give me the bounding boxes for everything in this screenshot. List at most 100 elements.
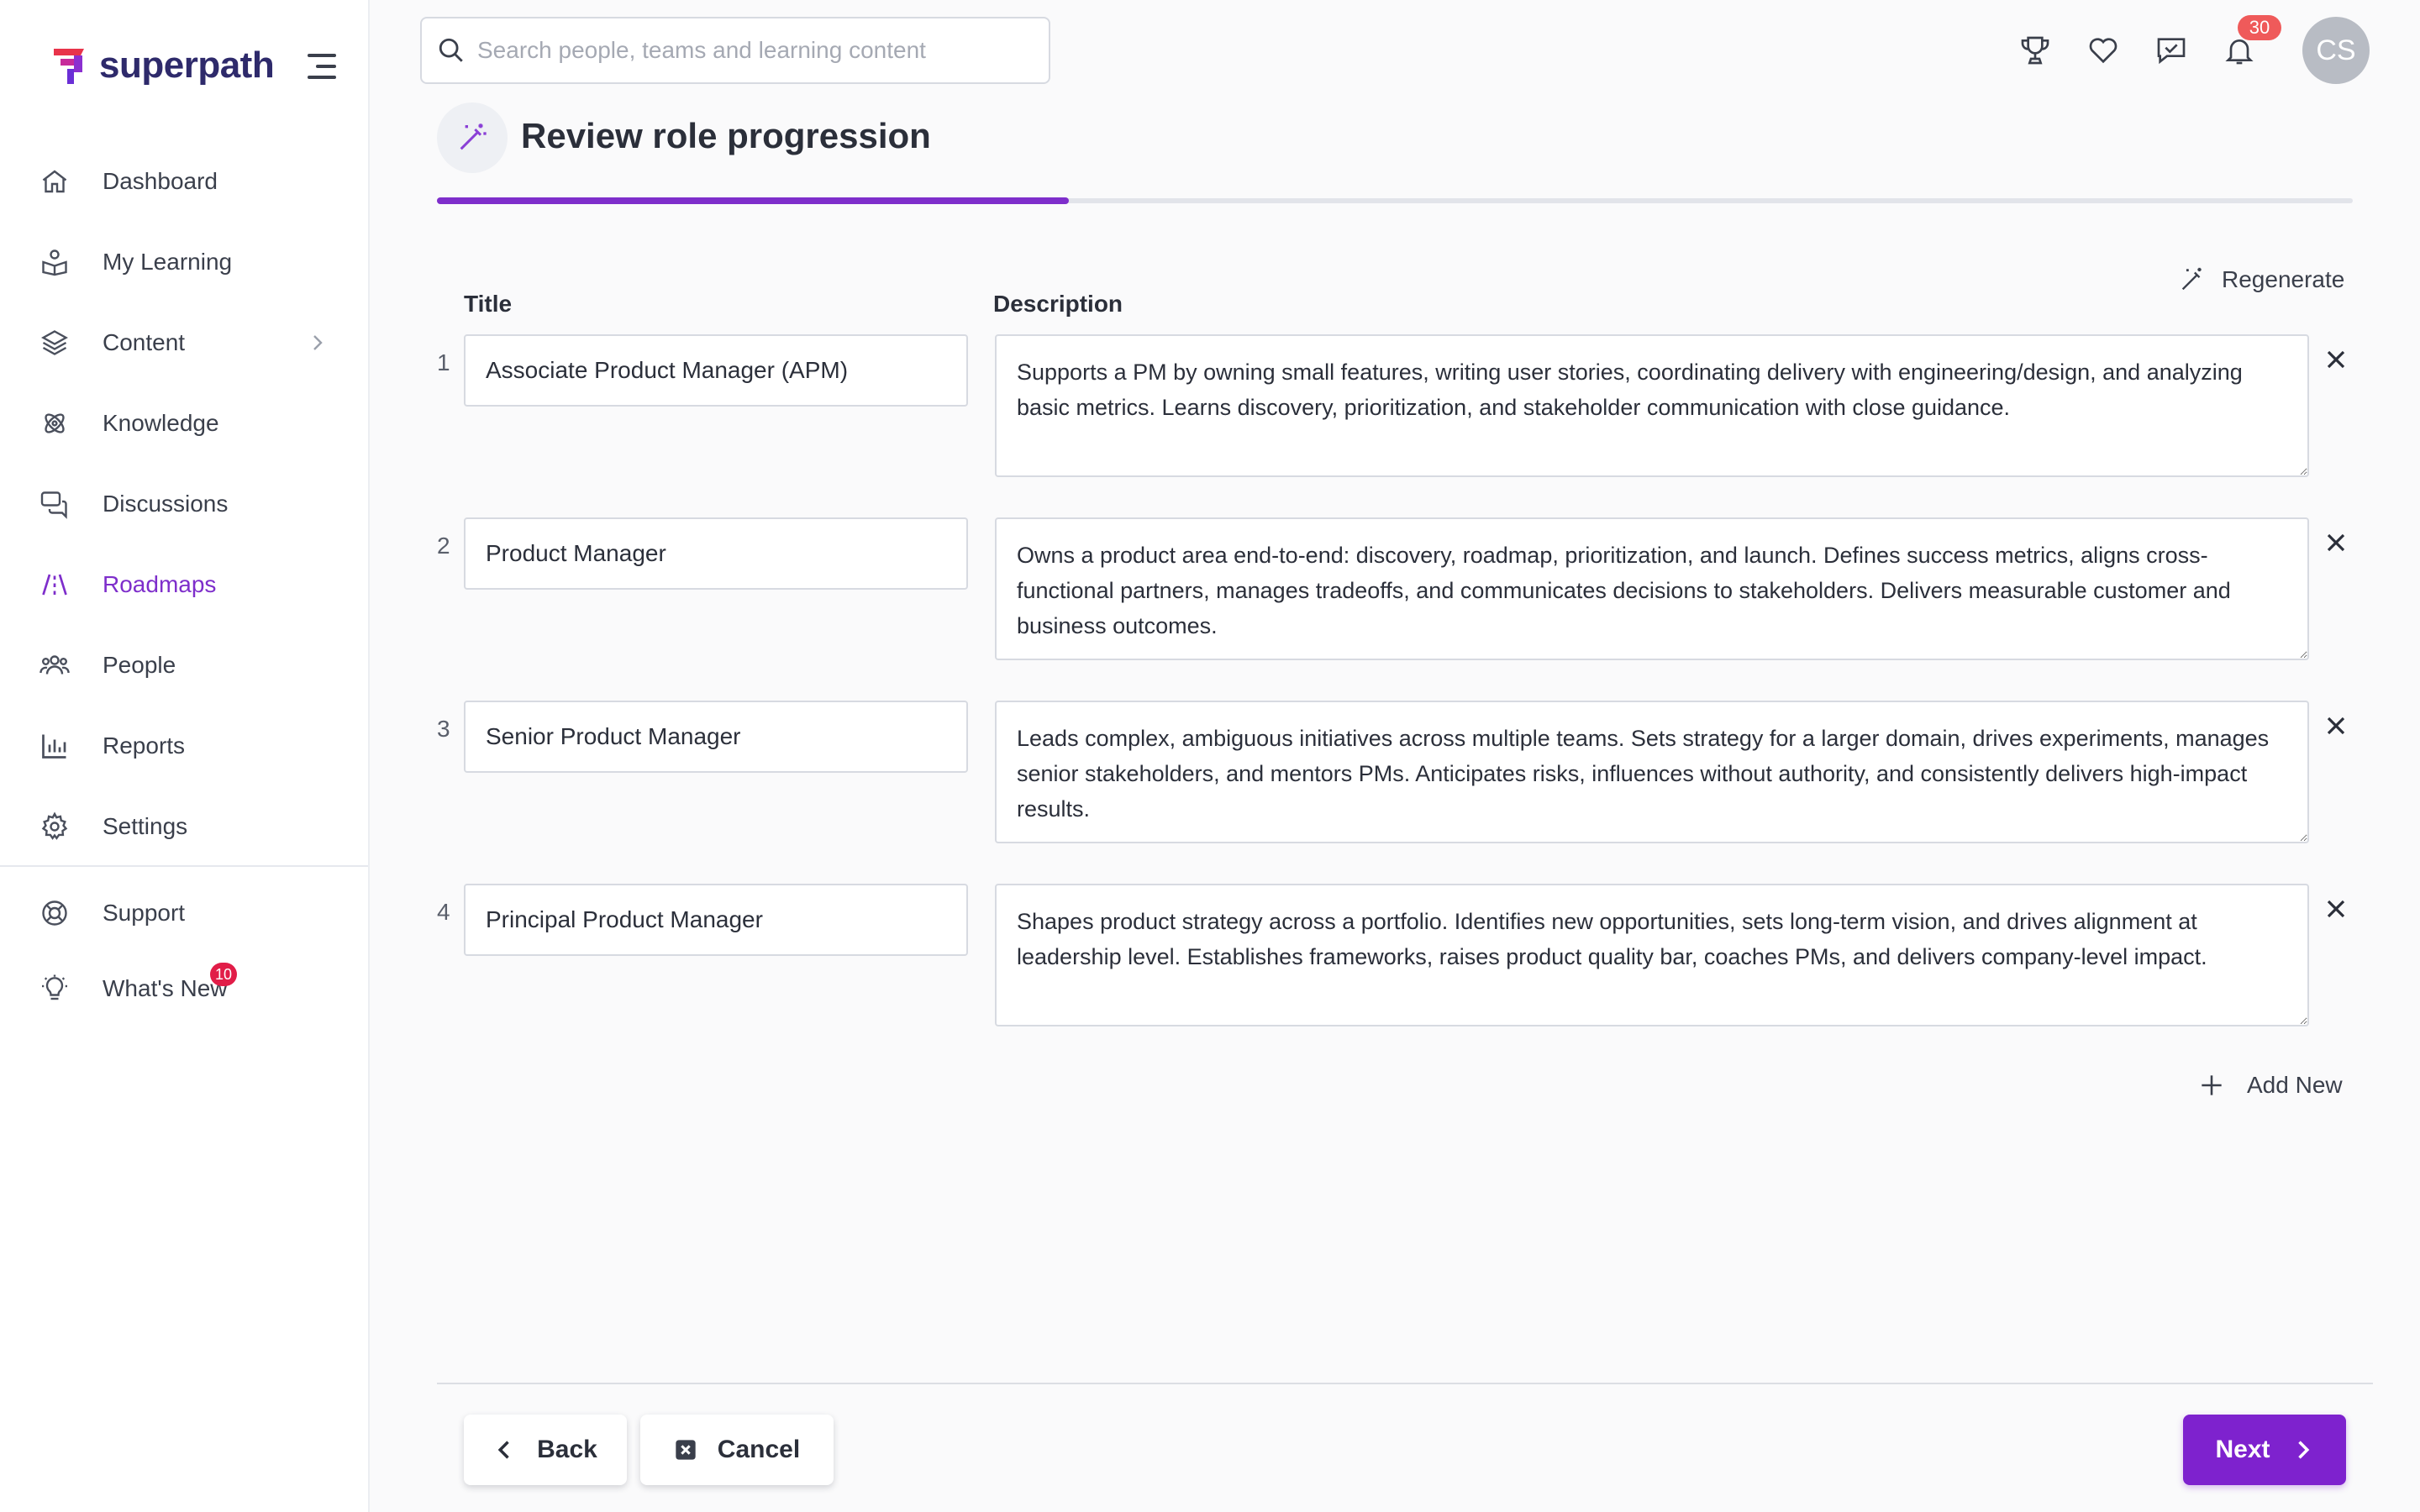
search-bar[interactable] bbox=[420, 17, 1050, 84]
sidebar-item-label: Settings bbox=[103, 813, 188, 839]
role-row: 2 Owns a product area end-to-end: discov… bbox=[437, 517, 2361, 660]
role-number: 3 bbox=[437, 716, 450, 742]
remove-role-button[interactable] bbox=[2319, 709, 2353, 743]
chevron-right-icon bbox=[313, 335, 323, 350]
sidebar-item-people[interactable]: People bbox=[0, 625, 368, 706]
add-new-role-button[interactable]: Add New bbox=[2200, 1072, 2343, 1099]
role-description-input[interactable]: Leads complex, ambiguous initiatives acr… bbox=[995, 701, 2309, 843]
close-icon bbox=[2327, 533, 2345, 552]
remove-role-button[interactable] bbox=[2319, 343, 2353, 376]
sidebar-item-knowledge[interactable]: Knowledge bbox=[0, 383, 368, 464]
role-title-input[interactable] bbox=[464, 334, 968, 407]
back-label: Back bbox=[537, 1436, 597, 1463]
progress-fill bbox=[437, 197, 1070, 204]
role-description-input[interactable]: Shapes product strategy across a portfol… bbox=[995, 884, 2309, 1026]
next-button[interactable]: Next bbox=[2183, 1415, 2346, 1485]
trophy-icon bbox=[2021, 36, 2049, 65]
page-title: Review role progression bbox=[521, 116, 931, 155]
footer-divider bbox=[437, 1383, 2373, 1384]
close-square-icon bbox=[676, 1440, 696, 1460]
magic-wand-badge bbox=[437, 102, 508, 173]
sidebar-item-label: Knowledge bbox=[103, 410, 219, 436]
progress-bar bbox=[437, 197, 2353, 204]
role-number: 1 bbox=[437, 349, 450, 375]
search-icon bbox=[439, 38, 463, 62]
home-icon bbox=[39, 165, 71, 197]
chat-check-icon bbox=[2157, 38, 2186, 65]
lifebuoy-icon bbox=[39, 897, 71, 929]
sidebar-item-support[interactable]: Support bbox=[0, 875, 368, 951]
description-column-header: Description bbox=[993, 291, 1123, 317]
sidebar-item-dashboard[interactable]: Dashboard bbox=[0, 141, 368, 222]
gear-icon bbox=[39, 811, 71, 843]
role-row: 3 Leads complex, ambiguous initiatives a… bbox=[437, 701, 2361, 843]
search-input[interactable] bbox=[477, 37, 1015, 64]
main-nav: Dashboard My Learning Content Knowledge bbox=[0, 141, 368, 867]
add-new-label: Add New bbox=[2247, 1072, 2343, 1098]
atom-icon bbox=[39, 407, 71, 439]
sidebar-item-label: People bbox=[103, 652, 176, 678]
close-icon bbox=[2327, 900, 2345, 918]
layers-icon bbox=[39, 327, 71, 359]
favorites-button[interactable] bbox=[2085, 32, 2122, 69]
close-icon bbox=[2327, 350, 2345, 369]
sidebar-item-reports[interactable]: Reports bbox=[0, 706, 368, 786]
role-title-input[interactable] bbox=[464, 884, 968, 956]
sidebar: superpath Dashboard My Learning Content bbox=[0, 0, 370, 1512]
role-title-input[interactable] bbox=[464, 517, 968, 590]
whats-new-badge: 10 bbox=[210, 963, 238, 986]
plus-icon bbox=[2202, 1075, 2222, 1095]
sidebar-item-label: Roadmaps bbox=[103, 571, 217, 597]
regenerate-label: Regenerate bbox=[2222, 266, 2345, 292]
sidebar-item-roadmaps[interactable]: Roadmaps bbox=[0, 544, 368, 625]
trophy-button[interactable] bbox=[2017, 32, 2054, 69]
chevron-right-icon bbox=[2297, 1441, 2309, 1459]
regenerate-button[interactable]: Regenerate bbox=[2178, 265, 2344, 294]
collapse-menu-icon[interactable] bbox=[308, 52, 345, 81]
heart-icon bbox=[2089, 38, 2118, 64]
role-description-input[interactable]: Owns a product area end-to-end: discover… bbox=[995, 517, 2309, 660]
avatar[interactable]: CS bbox=[2302, 17, 2370, 84]
sidebar-item-label: My Learning bbox=[103, 249, 233, 275]
remove-role-button[interactable] bbox=[2319, 526, 2353, 559]
magic-wand-icon bbox=[460, 123, 487, 150]
role-row: 4 Shapes product strategy across a portf… bbox=[437, 884, 2361, 1026]
top-actions: 30 bbox=[2017, 15, 2289, 76]
secondary-nav: Support What's New 10 bbox=[0, 875, 368, 1026]
role-title-input[interactable] bbox=[464, 701, 968, 773]
sidebar-item-label: Discussions bbox=[103, 491, 229, 517]
sidebar-item-label: Content bbox=[103, 329, 186, 355]
sidebar-item-content[interactable]: Content bbox=[0, 302, 368, 383]
close-icon bbox=[2327, 717, 2345, 735]
sidebar-item-label: Reports bbox=[103, 732, 186, 759]
role-row: 1 Supports a PM by owning small features… bbox=[437, 334, 2361, 477]
sidebar-divider bbox=[0, 865, 368, 867]
sidebar-item-discussions[interactable]: Discussions bbox=[0, 464, 368, 544]
role-number: 4 bbox=[437, 899, 450, 925]
back-button[interactable]: Back bbox=[464, 1415, 627, 1485]
bar-chart-icon bbox=[39, 730, 71, 762]
cancel-button[interactable]: Cancel bbox=[640, 1415, 834, 1485]
users-icon bbox=[39, 649, 71, 681]
sidebar-item-my-learning[interactable]: My Learning bbox=[0, 222, 368, 302]
logo-text: superpath bbox=[99, 45, 275, 86]
title-column-header: Title bbox=[464, 291, 513, 317]
chevron-left-icon bbox=[497, 1441, 509, 1459]
book-user-icon bbox=[39, 246, 71, 278]
sidebar-item-whats-new[interactable]: What's New 10 bbox=[0, 951, 368, 1026]
cancel-label: Cancel bbox=[717, 1436, 801, 1463]
logo-mark-icon bbox=[54, 49, 84, 84]
notifications-badge: 30 bbox=[2238, 15, 2281, 40]
road-icon bbox=[39, 569, 71, 601]
role-description-input[interactable]: Supports a PM by owning small features, … bbox=[995, 334, 2309, 477]
feedback-button[interactable] bbox=[2153, 32, 2190, 69]
role-number: 2 bbox=[437, 533, 450, 559]
sidebar-item-label: Support bbox=[103, 900, 186, 926]
sidebar-item-label: What's New bbox=[103, 975, 228, 1001]
superpath-logo[interactable]: superpath bbox=[50, 44, 275, 87]
sidebar-item-settings[interactable]: Settings bbox=[0, 786, 368, 867]
sidebar-item-label: Dashboard bbox=[103, 168, 218, 194]
notifications-button[interactable]: 30 bbox=[2221, 15, 2281, 69]
chat-bubbles-icon bbox=[39, 488, 71, 520]
remove-role-button[interactable] bbox=[2319, 892, 2353, 926]
